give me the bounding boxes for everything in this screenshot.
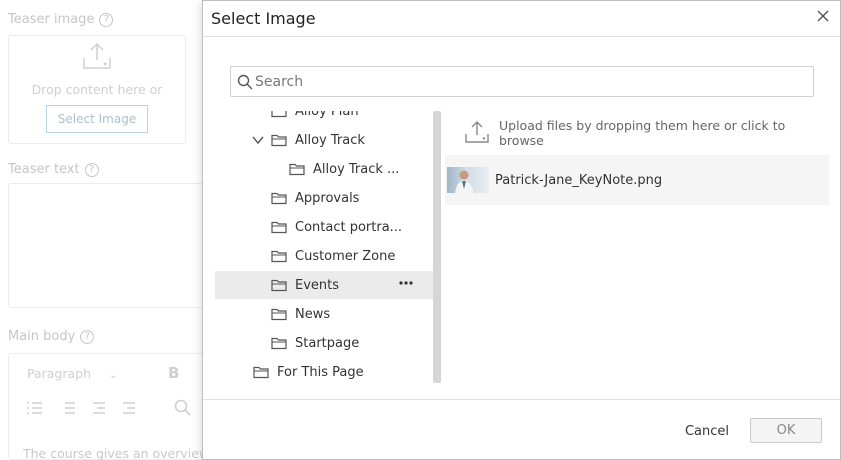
- select-image-button[interactable]: Select Image: [46, 105, 148, 133]
- cancel-button[interactable]: Cancel: [679, 419, 735, 443]
- folder-icon: [271, 279, 287, 292]
- tree-item-label: For This Page: [277, 364, 364, 380]
- file-item[interactable]: Patrick-Jane_KeyNote.png: [445, 155, 829, 205]
- search-icon: [237, 74, 253, 89]
- teaser-image-label: Teaser image ?: [8, 12, 114, 27]
- tree-item[interactable]: For This Page: [215, 358, 433, 383]
- tree-item-label: Alloy Track ...: [313, 161, 400, 177]
- image-thumbnail: [447, 167, 489, 193]
- tree-item-label: Alloy Track: [295, 132, 365, 148]
- paragraph-select[interactable]: Paragraph ⌄: [27, 366, 117, 381]
- folder-icon: [271, 221, 287, 234]
- tree-item-label: Alloy Plan: [295, 111, 359, 119]
- upload-text: Upload files by dropping them here or cl…: [499, 118, 786, 148]
- tree-item-label: Events: [295, 277, 340, 293]
- help-icon: ?: [99, 12, 114, 27]
- drop-text: Drop content here or: [31, 82, 163, 97]
- upload-icon: [465, 121, 489, 143]
- tree-item-label: Startpage: [295, 335, 360, 351]
- folder-icon: [271, 111, 287, 118]
- tree-item-label: News: [295, 306, 331, 322]
- search-icon: [174, 399, 191, 416]
- tree-item[interactable]: Alloy Plan: [215, 111, 433, 125]
- folder-icon: [271, 250, 287, 263]
- bold-icon[interactable]: B: [168, 364, 179, 382]
- folder-tree: Alloy Plan Alloy Track Alloy Track ... Appr…: [215, 111, 433, 383]
- upload-icon: [83, 42, 111, 69]
- chevron-down-icon[interactable]: [251, 133, 265, 147]
- tree-item[interactable]: Events: [215, 271, 433, 299]
- search-input[interactable]: [255, 73, 795, 90]
- chevron-down-icon: ⌄: [109, 370, 118, 381]
- help-icon: ?: [80, 329, 95, 344]
- tree-item-label: Approvals: [295, 190, 360, 206]
- tree-item[interactable]: Contact portra...: [215, 213, 433, 241]
- list-toolbar-icons: [27, 402, 135, 414]
- teaser-image-drop-area: Drop content here or Select Image: [8, 35, 186, 144]
- body-text: The course gives an overview: [23, 446, 210, 460]
- tree-item[interactable]: News: [215, 300, 433, 328]
- more-options-icon[interactable]: [399, 280, 413, 286]
- tree-item[interactable]: Customer Zone: [215, 242, 433, 270]
- file-name: Patrick-Jane_KeyNote.png: [495, 172, 663, 188]
- tree-item[interactable]: Approvals: [215, 184, 433, 212]
- folder-icon: [289, 163, 305, 176]
- person-photo-icon: [455, 170, 474, 193]
- tree-item-label: Contact portra...: [295, 219, 403, 235]
- dialog-title: Select Image: [211, 9, 316, 28]
- tree-item[interactable]: Alloy Track ...: [215, 155, 433, 183]
- search-box: [230, 66, 814, 97]
- dialog-footer: Cancel OK: [203, 399, 840, 460]
- tree-item-label: Customer Zone: [295, 248, 396, 264]
- folder-icon: [271, 134, 287, 147]
- tree-item[interactable]: Alloy Track: [215, 126, 433, 154]
- teaser-text-area[interactable]: [8, 183, 208, 308]
- close-icon[interactable]: [816, 9, 830, 23]
- ok-button[interactable]: OK: [750, 418, 822, 443]
- select-image-dialog: Select Image Alloy PlanAlloy TrackAlloy …: [202, 0, 841, 460]
- dialog-header: Select Image: [203, 1, 840, 37]
- folder-icon: [271, 192, 287, 205]
- folder-icon: [271, 337, 287, 350]
- main-body-label: Main body ?: [8, 329, 95, 344]
- folder-icon: [253, 366, 269, 379]
- tree-item[interactable]: Startpage: [215, 329, 433, 357]
- teaser-text-label: Teaser text ?: [8, 162, 99, 177]
- folder-icon: [271, 308, 287, 321]
- tree-scrollbar[interactable]: [433, 111, 441, 383]
- help-icon: ?: [84, 162, 99, 177]
- upload-dropzone[interactable]: Upload files by dropping them here or cl…: [465, 118, 789, 148]
